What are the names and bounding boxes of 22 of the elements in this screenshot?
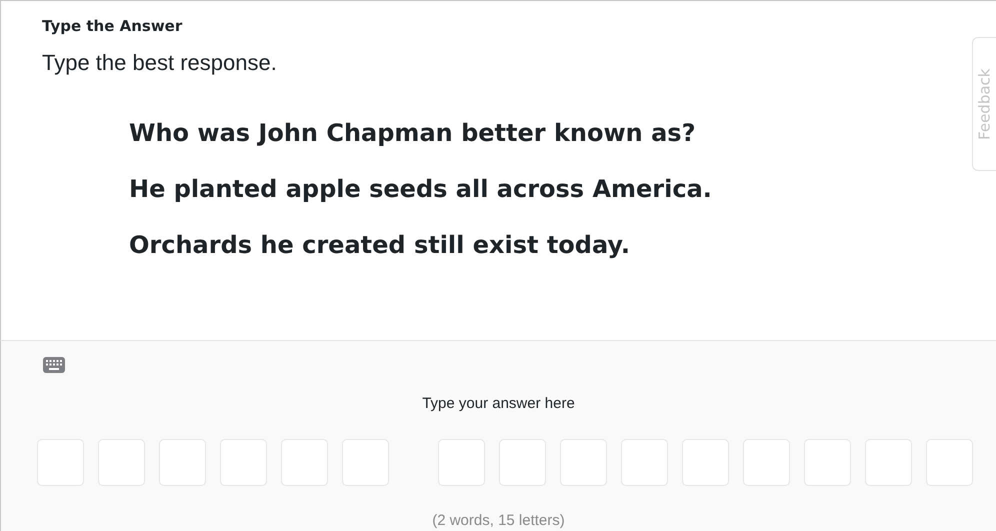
letter-field[interactable] [98, 438, 145, 486]
question-line: Orchards he created still exist today. [129, 230, 631, 260]
letter-field[interactable] [804, 438, 851, 486]
letter-field[interactable] [682, 438, 729, 486]
letter-field[interactable] [743, 438, 790, 486]
letter-field[interactable] [560, 438, 607, 486]
activity-title: Type the Answer [42, 16, 184, 37]
letter-field[interactable] [281, 438, 328, 486]
letter-field[interactable] [159, 438, 206, 486]
letter-field[interactable] [37, 438, 84, 486]
answer-hint: (2 words, 15 letters) [432, 512, 565, 528]
feedback-tab[interactable]: Feedback [972, 37, 996, 171]
letter-field[interactable] [865, 438, 912, 486]
letter-field[interactable] [621, 438, 668, 486]
letter-field[interactable] [220, 438, 267, 486]
letter-field[interactable] [438, 438, 485, 486]
keyboard-icon[interactable] [43, 357, 65, 373]
question-line: He planted apple seeds all across America. [129, 174, 713, 204]
answer-prompt: Type your answer here [422, 395, 575, 412]
letter-field[interactable] [926, 438, 973, 486]
letter-field[interactable] [499, 438, 546, 486]
letter-field[interactable] [342, 438, 389, 486]
